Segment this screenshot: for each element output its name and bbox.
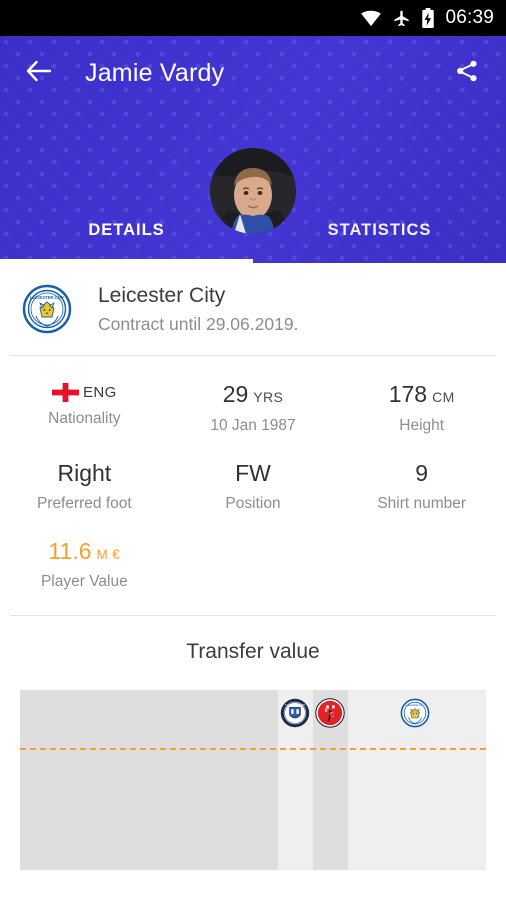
stat-shirt-number-value: 9 [415, 459, 429, 486]
tab-statistics[interactable]: STATISTICS [253, 203, 506, 263]
wifi-icon [360, 9, 382, 27]
leicester-city-badge-icon: LEICESTER CITY [22, 284, 72, 334]
stat-nationality: ENG Nationality [0, 370, 169, 448]
stat-player-value-label: Player Value [40, 573, 128, 591]
club-name: Leicester City [98, 284, 226, 307]
share-icon [455, 59, 479, 88]
halifax-town-badge-icon: F C HALIFAX TOWN [280, 698, 310, 728]
stats-row-2: Right Preferred foot FW Position 9 Shirt… [0, 449, 506, 527]
stat-shirt-number-label: Shirt number [377, 494, 467, 512]
stat-position-label: Position [225, 494, 281, 512]
stat-nationality-label: Nationality [48, 410, 121, 428]
chart-reference-line [20, 748, 486, 751]
status-bar: 06:39 [0, 0, 506, 36]
stats-row-1: ENG Nationality 29 YRS 10 Jan 1987 178 C… [0, 370, 506, 448]
stat-age: 29 YRS 10 Jan 1987 [169, 370, 338, 448]
stat-empty-1 [169, 527, 338, 605]
stat-age-label: 10 Jan 1987 [210, 416, 296, 434]
stat-nationality-value: ENG [82, 383, 117, 401]
battery-charging-icon [421, 7, 435, 29]
stat-age-unit: YRS [253, 389, 284, 406]
svg-text:LEICESTER CITY: LEICESTER CITY [30, 295, 64, 300]
arrow-left-icon [26, 60, 52, 87]
stat-height-unit: CM [432, 389, 455, 406]
tab-details[interactable]: DETAILS [0, 203, 253, 263]
app-bar: Jamie Vardy [0, 36, 506, 110]
svg-text:LEICESTER CITY: LEICESTER CITY [407, 705, 425, 707]
page-title: Jamie Vardy [85, 58, 225, 87]
stat-shirt-number: 9 Shirt number [337, 449, 506, 527]
chart-leicester-city-badge-icon: LEICESTER CITY [400, 698, 430, 728]
details-content: LEICESTER CITY Leicester City Contract u… [0, 263, 506, 871]
stat-player-value: 11.6 M € Player Value [0, 527, 169, 605]
transfer-value-section: Transfer value F C HALIFAX TOWN F C LEIC… [0, 616, 506, 871]
stat-age-value: 29 [222, 381, 249, 408]
app-screen: 06:39 Jamie Vardy DETAILS STATISTICS LEI… [0, 0, 506, 900]
stat-player-value-value: 11.6 [48, 537, 92, 564]
airplane-mode-icon [392, 9, 411, 28]
status-bar-clock: 06:39 [445, 7, 494, 28]
club-contract: Contract until 29.06.2019. [98, 314, 299, 335]
stat-preferred-foot: Right Preferred foot [0, 449, 169, 527]
svg-text:F C HALIFAX TOWN: F C HALIFAX TOWN [285, 704, 306, 707]
stats-row-3: 11.6 M € Player Value [0, 527, 506, 605]
stat-empty-2 [337, 527, 506, 605]
england-flag-icon [51, 382, 79, 403]
club-row[interactable]: LEICESTER CITY Leicester City Contract u… [0, 263, 506, 351]
share-button[interactable] [448, 54, 486, 92]
stat-height-value: 178 [388, 381, 428, 408]
tab-bar: DETAILS STATISTICS [0, 203, 506, 263]
stat-preferred-foot-value: Right [57, 459, 112, 486]
transfer-value-chart[interactable]: F C HALIFAX TOWN F C LEICESTER CITY [20, 690, 486, 871]
stat-position: FW Position [169, 449, 338, 527]
stat-height-label: Height [399, 416, 445, 434]
back-button[interactable] [20, 54, 58, 92]
stats-grid: ENG Nationality 29 YRS 10 Jan 1987 178 C… [0, 356, 506, 609]
chart-title: Transfer value [186, 640, 320, 664]
club-text: Leicester City Contract until 29.06.2019… [98, 283, 298, 335]
stat-height: 178 CM Height [337, 370, 506, 448]
stat-player-value-unit: M € [96, 546, 121, 562]
fleetwood-town-badge-icon: F C [315, 698, 345, 728]
chart-band-1 [20, 690, 278, 871]
stat-position-value: FW [235, 459, 271, 486]
app-header: Jamie Vardy DETAILS STATISTICS [0, 36, 506, 263]
stat-preferred-foot-label: Preferred foot [36, 494, 132, 512]
svg-text:F: F [325, 707, 329, 714]
